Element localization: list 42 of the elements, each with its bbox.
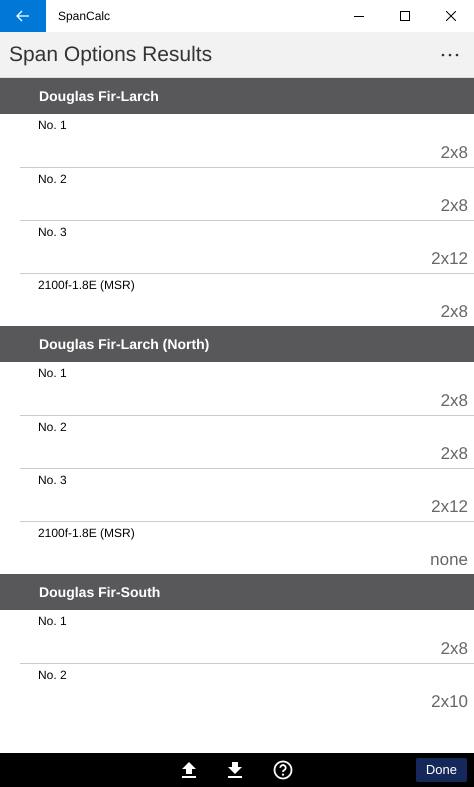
help-icon [273,760,293,780]
done-button[interactable]: Done [416,758,467,782]
result-row[interactable]: No. 2 2x8 [20,415,474,468]
back-arrow-icon [16,10,30,22]
size-value: 2x8 [440,194,468,216]
group-name: Douglas Fir-Larch [39,86,159,106]
help-button[interactable] [271,758,295,782]
grade-label: No. 3 [37,224,68,241]
grade-label: 2100f-1.8E (MSR) [37,277,136,294]
grade-label: 2100f-1.8E (MSR) [37,525,136,542]
size-value: 2x8 [440,142,468,164]
size-value: 2x8 [440,300,468,322]
grade-label: No. 2 [37,419,68,436]
group-name: Douglas Fir-South [39,582,160,602]
size-value: 2x12 [431,248,468,270]
grade-label: No. 2 [37,171,68,188]
result-row[interactable]: No. 3 2x12 [20,468,474,521]
size-value: 2x8 [440,442,468,464]
size-value: 2x8 [440,390,468,412]
size-value: 2x8 [440,638,468,660]
window-title: SpanCalc [58,8,110,25]
page-title: Span Options Results [9,42,214,68]
grade-label: No. 1 [37,613,68,630]
result-row[interactable]: No. 3 2x12 [20,220,474,273]
result-row[interactable]: No. 2 2x8 [20,167,474,220]
maximize-icon [400,11,410,21]
close-icon [446,11,456,21]
result-row[interactable]: No. 2 2x10 [20,663,474,716]
grade-label: No. 2 [37,667,68,684]
size-value: none [430,548,468,570]
upload-icon [182,762,196,778]
grade-label: No. 1 [37,117,68,134]
more-icon [441,52,459,56]
group-name: Douglas Fir-Larch (North) [39,334,210,354]
grade-label: No. 1 [37,365,68,382]
result-row[interactable]: No. 1 2x8 [20,114,474,167]
size-value: 2x10 [431,690,468,712]
download-icon [228,762,242,778]
size-value: 2x12 [431,496,468,518]
grade-label: No. 3 [37,472,68,489]
result-row[interactable]: No. 1 2x8 [20,362,474,415]
result-row[interactable]: No. 1 2x8 [20,610,474,663]
